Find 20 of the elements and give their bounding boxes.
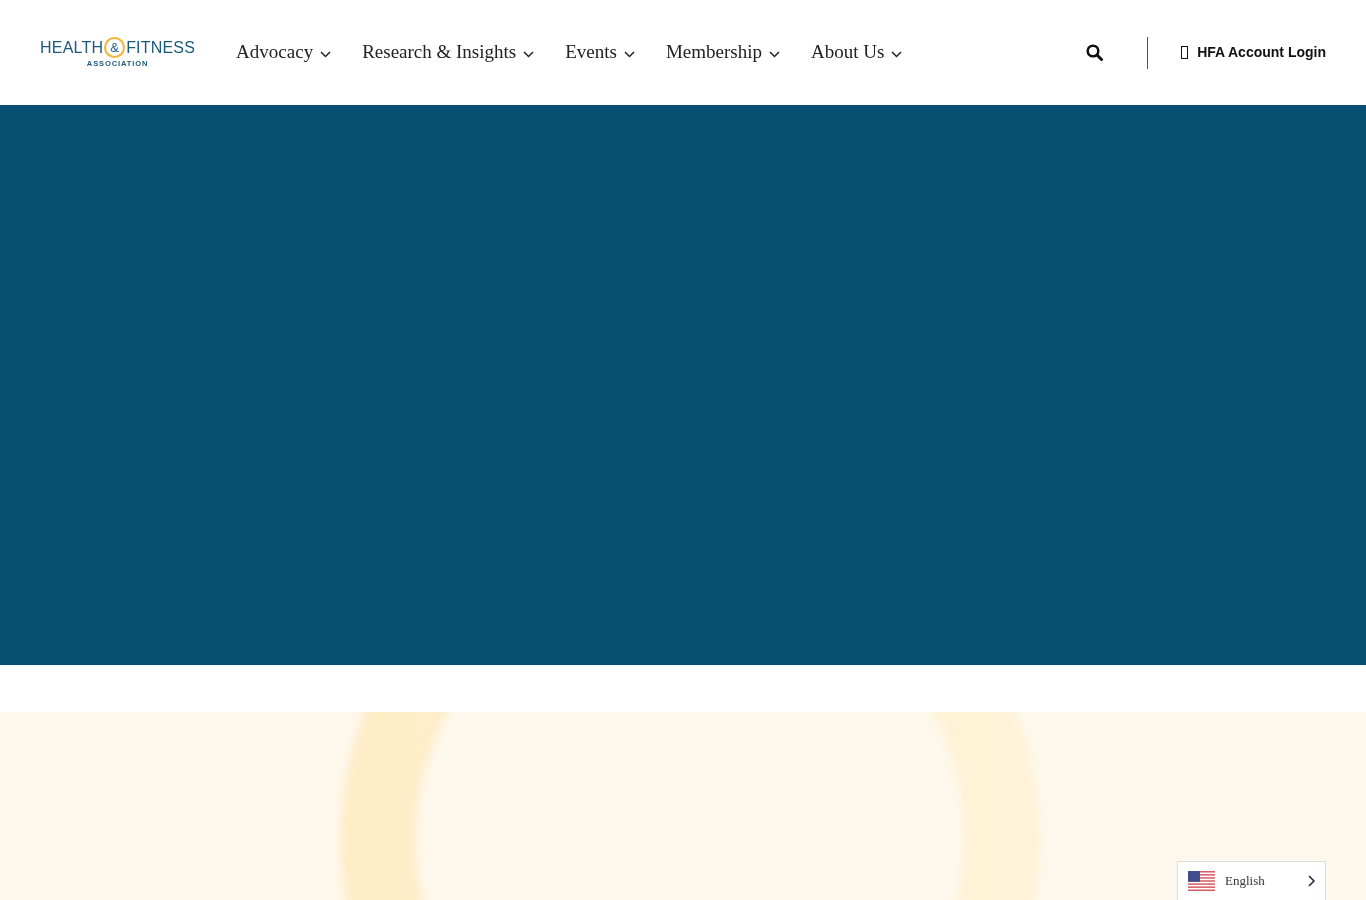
logo-text[interactable]: HEALTH bbox=[40, 39, 104, 56]
nav-link[interactable]: Events bbox=[565, 38, 635, 67]
chevron-down-icon bbox=[769, 51, 780, 58]
us-flag-icon bbox=[1188, 871, 1215, 891]
nav-link[interactable]: Research & Insights bbox=[362, 38, 535, 67]
empty-box-icon bbox=[1181, 46, 1189, 59]
account-login-link[interactable]: HFA Account Login bbox=[1181, 42, 1326, 63]
nav-link[interactable]: About Us bbox=[811, 38, 903, 67]
chevron-down-icon bbox=[891, 51, 903, 58]
language-selector[interactable]: English bbox=[1177, 861, 1326, 900]
chevron-down-icon bbox=[623, 51, 635, 58]
nav-link[interactable]: Advocacy bbox=[236, 38, 332, 67]
search-icon bbox=[1086, 44, 1104, 61]
logo-ampersand[interactable]: & bbox=[104, 37, 126, 59]
chevron-down-icon bbox=[320, 51, 332, 58]
chevron-down-icon bbox=[523, 51, 535, 58]
chevron-right-icon bbox=[1308, 875, 1315, 887]
search-button[interactable] bbox=[1086, 44, 1104, 61]
logo-text[interactable]: FITNESS bbox=[126, 39, 196, 56]
nav-link[interactable]: Membership bbox=[665, 38, 780, 67]
